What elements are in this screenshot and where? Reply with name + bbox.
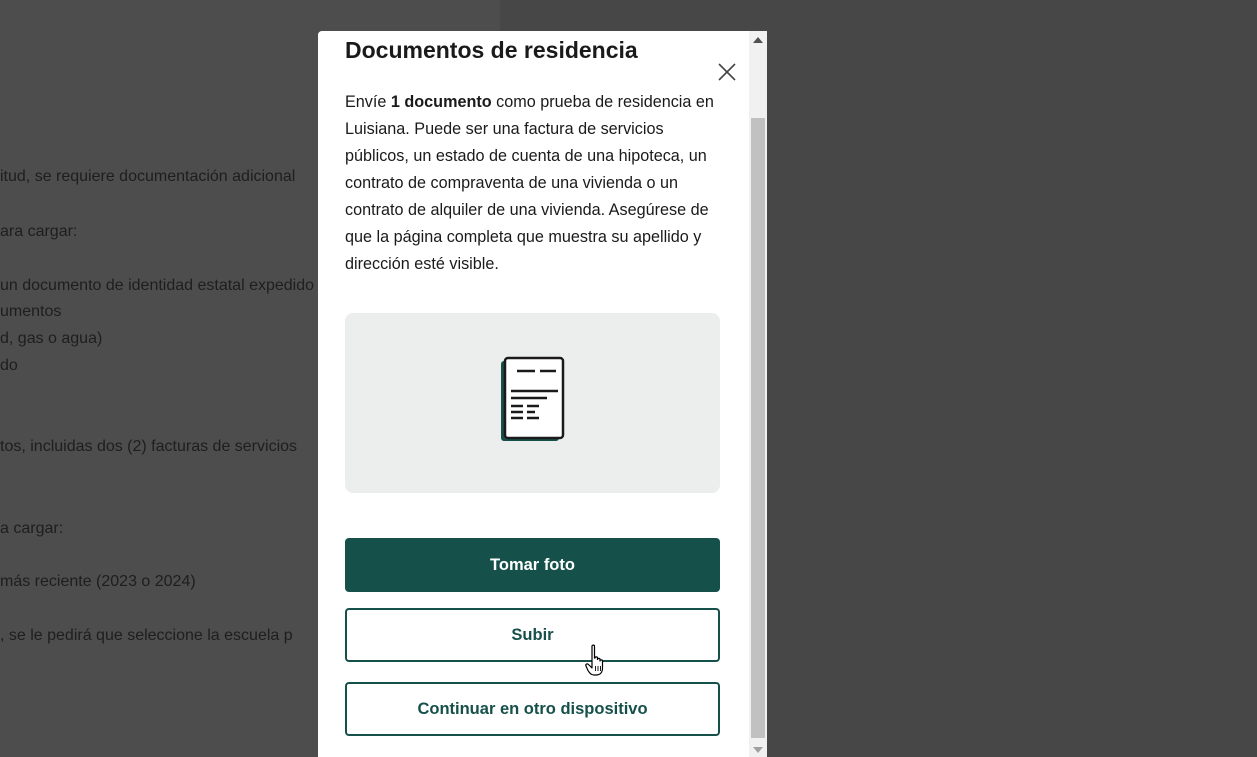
background-text-line: do xyxy=(0,357,18,374)
background-text-line: a cargar: xyxy=(0,520,64,537)
scroll-up-arrow-icon[interactable] xyxy=(753,37,763,43)
document-icon xyxy=(501,356,565,441)
background-text-line: más reciente (2023 o 2024) xyxy=(0,573,196,590)
description-prefix: Envíe xyxy=(345,93,391,111)
modal-scrollbar[interactable] xyxy=(749,31,767,757)
description-emphasis: 1 documento xyxy=(390,93,492,111)
description-body: como prueba de residencia en Luisiana. P… xyxy=(345,93,714,273)
modal-description: Envíe 1 documento como prueba de residen… xyxy=(345,89,725,278)
modal-title: Documentos de residencia xyxy=(345,37,638,63)
background-text-line: d, gas o agua) xyxy=(0,330,103,347)
take-photo-button[interactable]: Tomar foto xyxy=(345,538,720,592)
continue-other-device-button[interactable]: Continuar en otro dispositivo xyxy=(345,682,720,736)
scroll-down-arrow-icon[interactable] xyxy=(753,747,763,753)
residence-documents-modal: Documentos de residencia Envíe 1 documen… xyxy=(318,31,767,757)
background-text-line: ara cargar: xyxy=(0,223,78,240)
background-text-line: , se le pedirá que seleccione la escuela… xyxy=(0,627,293,644)
upload-button[interactable]: Subir xyxy=(345,608,720,662)
document-illustration xyxy=(345,313,720,493)
background-text-line: umentos xyxy=(0,303,62,320)
background-text-line: itud, se requiere documentación adiciona… xyxy=(0,168,296,185)
background-text-line: un documento de identidad estatal expedi… xyxy=(0,277,315,294)
background-text-line: tos, incluidas dos (2) facturas de servi… xyxy=(0,438,298,455)
scrollbar-thumb[interactable] xyxy=(751,118,765,738)
hand-cursor-icon xyxy=(585,644,604,676)
close-icon[interactable] xyxy=(716,61,738,83)
